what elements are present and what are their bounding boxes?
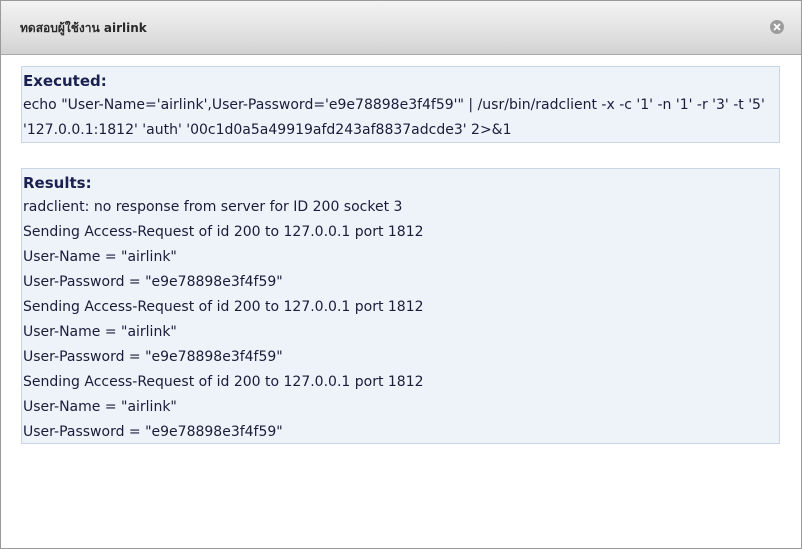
result-line: Sending Access-Request of id 200 to 127.… — [23, 224, 424, 240]
executed-command: echo "User-Name='airlink',User-Password=… — [23, 97, 765, 138]
result-line: User-Password = "e9e78898e3f4f59" — [23, 274, 283, 290]
result-line: User-Password = "e9e78898e3f4f59" — [23, 349, 283, 365]
close-icon[interactable] — [770, 20, 784, 34]
result-line: User-Name = "airlink" — [23, 324, 177, 340]
results-panel: Results: radclient: no response from ser… — [21, 168, 780, 444]
test-user-dialog: ทดสอบผู้ใช้งาน airlink Executed: echo "U… — [0, 0, 802, 549]
executed-panel: Executed: echo "User-Name='airlink',User… — [21, 66, 780, 143]
result-line: Sending Access-Request of id 200 to 127.… — [23, 374, 424, 390]
result-line: User-Name = "airlink" — [23, 399, 177, 415]
results-heading: Results: — [23, 174, 92, 192]
result-line: radclient: no response from server for I… — [23, 199, 403, 215]
dialog-title: ทดสอบผู้ใช้งาน airlink — [20, 21, 147, 35]
dialog-titlebar: ทดสอบผู้ใช้งาน airlink — [1, 1, 801, 55]
result-line: Sending Access-Request of id 200 to 127.… — [23, 299, 424, 315]
result-line: User-Name = "airlink" — [23, 249, 177, 265]
executed-heading: Executed: — [23, 72, 107, 90]
result-line: User-Password = "e9e78898e3f4f59" — [23, 424, 283, 440]
